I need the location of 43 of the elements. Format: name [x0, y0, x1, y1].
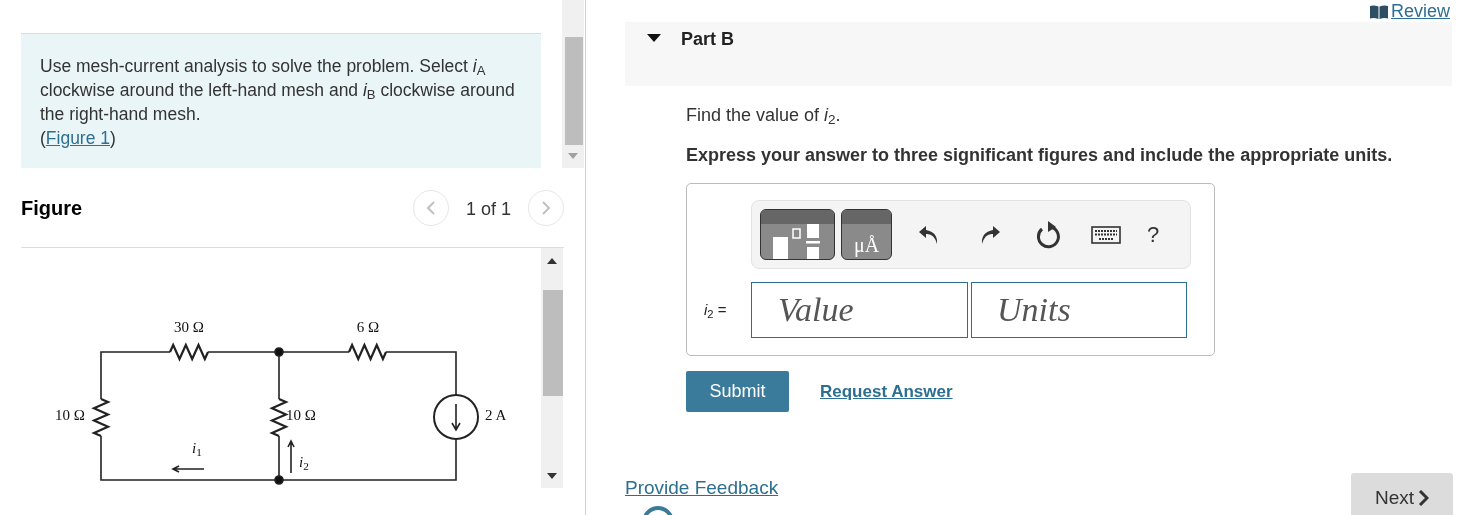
- scrollbar[interactable]: [541, 248, 563, 488]
- chevron-right-icon: [541, 200, 551, 215]
- next-button[interactable]: Next: [1351, 473, 1453, 515]
- reset-icon[interactable]: [1035, 220, 1061, 249]
- figure-heading: Figure: [21, 195, 83, 221]
- resistor-label: 6 Ω: [355, 318, 381, 336]
- resistor-label: 10 Ω: [54, 406, 85, 424]
- help-badge-icon[interactable]: [642, 505, 674, 515]
- help-button[interactable]: ?: [1147, 218, 1160, 251]
- request-answer-link[interactable]: Request Answer: [820, 378, 953, 405]
- resistor-label: 30 Ω: [173, 318, 205, 336]
- redo-icon[interactable]: [979, 223, 1001, 246]
- scrollbar-thumb[interactable]: [565, 37, 583, 145]
- current-label: i$_{1}$: [192, 439, 202, 457]
- units-field[interactable]: Units: [971, 282, 1187, 338]
- scroll-up-icon[interactable]: [547, 258, 557, 264]
- keyboard-icon[interactable]: [1091, 225, 1121, 244]
- review-link[interactable]: Review: [1369, 1, 1450, 22]
- figure-link[interactable]: Figure 1: [45, 128, 111, 148]
- figure-reference: (Figure 1): [40, 127, 116, 150]
- units-button[interactable]: μÅ: [841, 209, 892, 260]
- resistor-label: 10 Ω: [286, 406, 316, 424]
- fraction-template-icon: [773, 224, 823, 259]
- scroll-down-icon[interactable]: [547, 473, 557, 479]
- book-icon: [1369, 4, 1388, 19]
- chevron-left-icon: [426, 200, 436, 215]
- figure-pager: 1 of 1: [465, 197, 511, 221]
- instructions-text: Use mesh-current analysis to solve the problem. Select i$_{A}$ clockwise around the left-hand mesh and i$_{B}$ clockwise around the right-hand mesh.: [40, 55, 516, 126]
- feedback-link[interactable]: Provide Feedback: [625, 474, 779, 503]
- question-text: Find the value of i$_{2}$.: [686, 104, 841, 129]
- value-field[interactable]: Value: [751, 282, 968, 338]
- answer-label: i$_{2}$ =: [704, 299, 728, 322]
- chevron-right-icon: [1418, 490, 1430, 506]
- scrollbar[interactable]: [562, 0, 584, 168]
- undo-icon[interactable]: [918, 223, 940, 246]
- answer-instruction: Express your answer to three significant figures and include the appropriate units.: [686, 144, 1393, 167]
- scrollbar-thumb[interactable]: [543, 290, 563, 396]
- part-header[interactable]: Part B: [625, 22, 1452, 86]
- current-label: i$_{2}$: [299, 453, 309, 471]
- part-title: Part B: [681, 28, 734, 51]
- current-source-label: 2 A: [485, 406, 507, 424]
- template-button[interactable]: [760, 209, 835, 260]
- submit-button[interactable]: Submit: [686, 371, 789, 412]
